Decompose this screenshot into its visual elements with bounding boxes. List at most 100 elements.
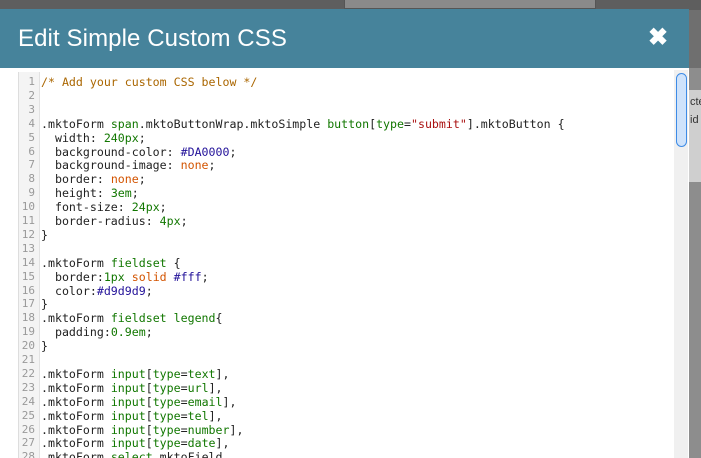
code-line[interactable]: 5 width: 240px; <box>19 131 679 145</box>
code-token: type <box>376 116 404 131</box>
code-line[interactable]: 27 .mktoForm input[type=date], <box>19 436 679 450</box>
code-line[interactable]: 28 .mktoForm select.mktoField, <box>19 450 679 458</box>
line-number: 28 <box>21 450 35 458</box>
code-line[interactable]: 14 .mktoForm fieldset { <box>19 256 679 270</box>
editor-scrollbar[interactable] <box>674 70 688 458</box>
code-token: border: <box>41 269 104 284</box>
code-text: color:#d9d9d9; <box>41 284 153 298</box>
code-token: = <box>180 422 188 437</box>
code-token: type <box>152 422 181 437</box>
code-line[interactable]: 18 .mktoForm fieldset legend{ <box>19 311 679 325</box>
code-token: #fff <box>173 269 202 284</box>
code-text: .mktoForm span.mktoButtonWrap.mktoSimple… <box>41 117 565 131</box>
code-token: = <box>180 436 188 451</box>
code-token: ], <box>208 380 223 395</box>
code-line[interactable]: 12} <box>19 228 679 242</box>
code-token: number <box>187 422 230 437</box>
code-token: ; <box>159 200 167 215</box>
line-number: 1 <box>28 75 35 88</box>
code-text: border: none; <box>41 172 146 186</box>
code-token: = <box>180 366 188 381</box>
code-line[interactable]: 10 font-size: 24px; <box>19 200 679 214</box>
code-token: = <box>180 408 188 423</box>
code-line[interactable]: 17} <box>19 297 679 311</box>
code-token: fieldset <box>110 255 167 270</box>
code-text: .mktoForm input[type=date], <box>41 436 230 450</box>
code-token: = <box>180 394 188 409</box>
line-number: 15 <box>21 269 35 283</box>
code-line[interactable]: 3 <box>19 103 679 117</box>
code-token: none <box>180 158 209 173</box>
close-icon[interactable]: ✖ <box>645 23 671 53</box>
code-line[interactable]: 16 color:#d9d9d9; <box>19 284 679 298</box>
code-line[interactable]: 9 height: 3em; <box>19 186 679 200</box>
line-number: 4 <box>28 116 35 130</box>
code-token: 3em <box>110 186 132 201</box>
code-text: padding:0.9em; <box>41 325 153 339</box>
code-token: type <box>152 366 181 381</box>
code-token: input <box>110 422 146 437</box>
code-token: .mktoForm <box>41 380 111 395</box>
code-token: font-size: <box>41 200 132 215</box>
code-line[interactable]: 20} <box>19 339 679 353</box>
code-text: } <box>41 228 48 242</box>
code-line[interactable]: 15 border:1px solid #fff; <box>19 270 679 284</box>
code-line[interactable]: 13 <box>19 242 679 256</box>
code-token: [ <box>145 366 153 381</box>
code-token: } <box>41 297 48 312</box>
code-token: color: <box>41 283 97 298</box>
code-token: ; <box>145 325 153 340</box>
code-token: background-image: <box>41 158 181 173</box>
code-line[interactable]: 22 .mktoForm input[type=text], <box>19 367 679 381</box>
code-line[interactable]: 25 .mktoForm input[type=tel], <box>19 409 679 423</box>
code-token: border-radius: <box>41 214 160 228</box>
code-token: date <box>187 436 216 451</box>
line-number: 21 <box>21 353 35 366</box>
code-token: ], <box>215 436 230 451</box>
code-editor[interactable]: 1 /* Add your custom CSS below */ 2 3 4 .mkto… <box>18 72 679 458</box>
code-line[interactable]: 24 .mktoForm input[type=email], <box>19 395 679 409</box>
code-token: ], <box>208 408 223 423</box>
line-number: 17 <box>21 297 35 311</box>
code-token: background-color: <box>41 144 181 159</box>
code-token: [ <box>145 380 153 395</box>
code-token: border: <box>41 172 111 187</box>
code-text: .mktoForm input[type=url], <box>41 381 223 395</box>
code-token: span <box>110 116 139 131</box>
code-line[interactable]: 23 .mktoForm input[type=url], <box>19 381 679 395</box>
code-line[interactable]: 21 <box>19 353 679 367</box>
scrollbar-thumb[interactable] <box>676 73 687 147</box>
code-token: 240px <box>103 130 139 145</box>
code-line[interactable]: 11 border-radius: 4px; <box>19 214 679 228</box>
code-line[interactable]: 4 .mktoForm span.mktoButtonWrap.mktoSimpl… <box>19 117 679 131</box>
code-token: type <box>152 436 181 451</box>
code-line[interactable]: 1 /* Add your custom CSS below */ <box>19 75 679 89</box>
code-token: email <box>187 394 223 409</box>
code-token: input <box>110 436 146 451</box>
background-text: id <box>690 114 699 126</box>
code-token: ; <box>208 158 216 173</box>
code-line[interactable]: 26 .mktoForm input[type=number], <box>19 423 679 437</box>
background-text: cte <box>690 96 701 108</box>
code-token: .mktoButton { <box>473 116 565 131</box>
code-token: .mktoButtonWrap.mktoSimple <box>138 116 328 131</box>
code-token: [ <box>145 394 153 409</box>
code-line[interactable]: 8 border: none; <box>19 172 679 186</box>
code-text: } <box>41 297 48 311</box>
code-token: ; <box>201 269 209 284</box>
code-token: padding: <box>41 325 111 340</box>
code-line[interactable]: 2 <box>19 89 679 103</box>
code-token: #d9d9d9 <box>96 283 146 298</box>
code-line[interactable]: 7 background-image: none; <box>19 158 679 172</box>
code-token: ; <box>138 172 146 187</box>
code-token: button <box>327 116 370 131</box>
code-token: .mktoForm <box>41 394 111 409</box>
code-text: width: 240px; <box>41 131 146 145</box>
code-line[interactable]: 6 background-color: #DA0000; <box>19 145 679 159</box>
line-number: 2 <box>28 88 35 102</box>
code-token: } <box>41 227 48 242</box>
code-text: .mktoForm fieldset { <box>41 256 181 270</box>
code-line[interactable]: 19 padding:0.9em; <box>19 325 679 339</box>
code-token: /* Add your custom CSS below */ <box>41 75 258 89</box>
code-token: 24px <box>131 200 160 215</box>
